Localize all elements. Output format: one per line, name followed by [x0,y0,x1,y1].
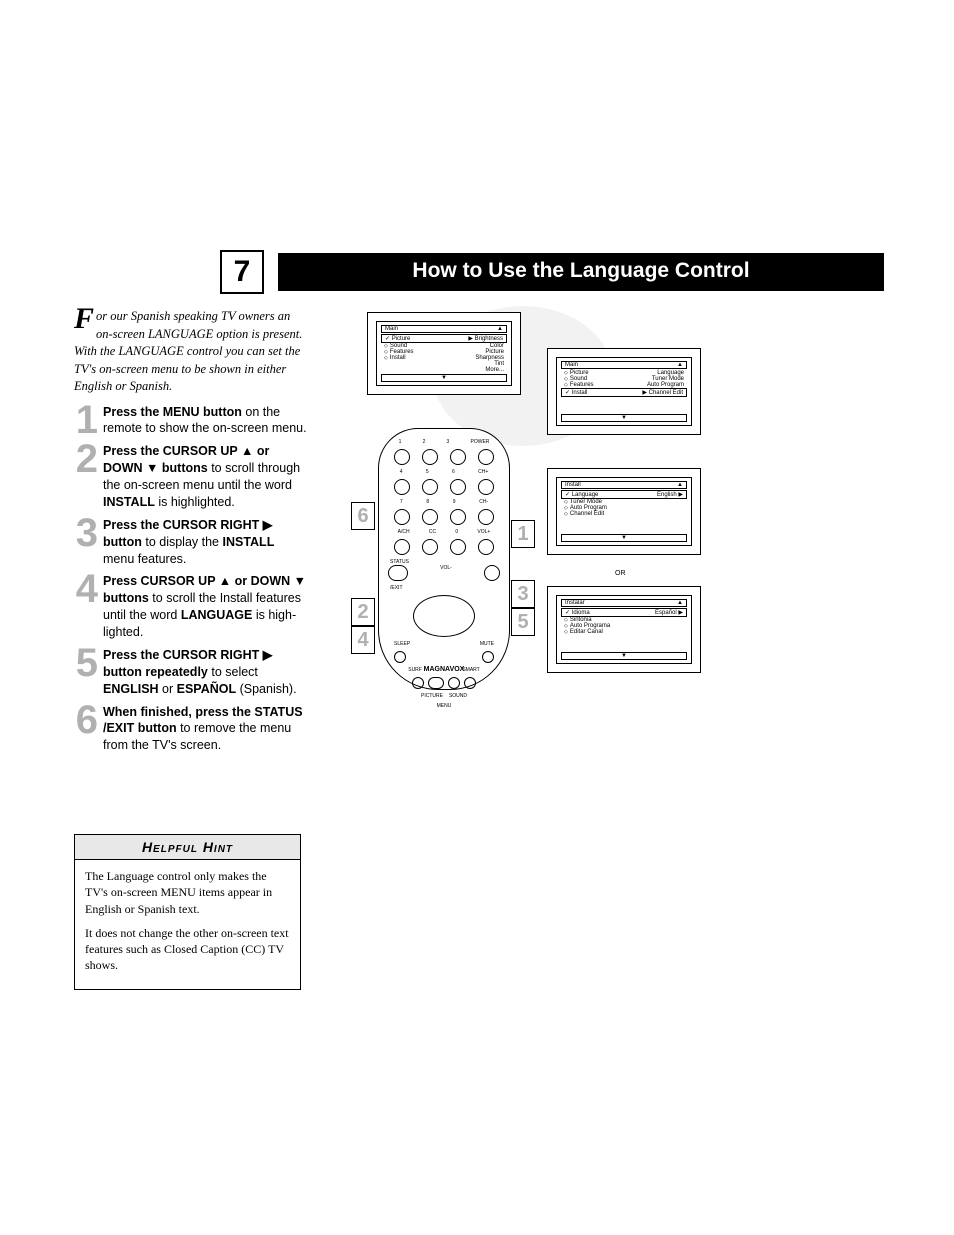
hint-paragraph-1: The Language control only makes the TV's… [85,868,290,917]
helpful-hint-box: Helpful Hint The Language control only m… [74,834,301,990]
step-6: 6 When finished, press the STATUS /EXIT … [74,704,309,755]
callout-3: 3 [511,580,535,608]
step-text: Press the MENU button on the remote to s… [103,404,309,438]
tv-screen-main-install: Main▲ ◇PictureLanguage ◇SoundTuner Mode … [547,348,701,435]
step-text: When finished, press the STATUS /EXIT bu… [103,704,309,755]
remote-row [388,509,500,525]
section-number: 7 [220,250,264,294]
remote-row [388,449,500,465]
remote-diagram: 123POWER 456CH+ 789CH- A/CHCC0VOL+ STATU… [378,428,510,690]
remote-row [388,479,500,495]
step-text: Press the CURSOR UP ▲ or DOWN ▼ buttons … [103,443,309,511]
tv-screen-install-spanish: Instalar▲ ✓ IdiomaEspañol ▶ ◇Sintonia ◇A… [547,586,701,673]
intro-paragraph: For our Spanish speaking TV owners an on… [74,308,309,396]
tv-screen-main-picture: Main▲ ✓ Picture▶ Brightness ◇SoundColor … [367,312,521,395]
step-4: 4 Press CURSOR UP ▲ or DOWN ▼ buttons to… [74,573,309,641]
hint-title: Helpful Hint [75,835,300,860]
left-column: For our Spanish speaking TV owners an on… [74,308,309,990]
remote-row [388,539,500,555]
hint-paragraph-2: It does not change the other on-screen t… [85,925,290,974]
step-number: 1 [74,404,98,438]
step-text: Press the CURSOR RIGHT ▶ button to displ… [103,517,309,568]
step-5: 5 Press the CURSOR RIGHT ▶ button repeat… [74,647,309,698]
callout-5: 5 [511,608,535,636]
right-column-diagram: 123POWER 456CH+ 789CH- A/CHCC0VOL+ STATU… [333,308,884,990]
callout-2: 2 [351,598,375,626]
callout-4: 4 [351,626,375,654]
step-number: 4 [74,573,98,641]
callout-1: 1 [511,520,535,548]
or-label: OR [615,570,626,577]
drop-cap: F [74,308,96,330]
step-2: 2 Press the CURSOR UP ▲ or DOWN ▼ button… [74,443,309,511]
hint-body: The Language control only makes the TV's… [75,860,300,989]
step-number: 5 [74,647,98,698]
callout-6: 6 [351,502,375,530]
step-text: Press CURSOR UP ▲ or DOWN ▼ buttons to s… [103,573,309,641]
cursor-pad [413,595,475,637]
content-columns: For our Spanish speaking TV owners an on… [74,308,884,990]
step-3: 3 Press the CURSOR RIGHT ▶ button to dis… [74,517,309,568]
step-number: 6 [74,704,98,755]
remote-brand: MAGNAVOX [379,666,509,673]
step-number: 2 [74,443,98,511]
step-number: 3 [74,517,98,568]
tv-screen-install-english: Install▲ ✓ LanguageEnglish ▶ ◇Tuner Mode… [547,468,701,555]
page-title: How to Use the Language Control [278,253,884,291]
intro-text: or our Spanish speaking TV owners an on-… [74,309,302,393]
step-1: 1 Press the MENU button on the remote to… [74,404,309,438]
step-text: Press the CURSOR RIGHT ▶ button repeated… [103,647,309,698]
page: 7 How to Use the Language Control For ou… [0,0,954,1235]
title-bar: 7 How to Use the Language Control [220,250,884,294]
